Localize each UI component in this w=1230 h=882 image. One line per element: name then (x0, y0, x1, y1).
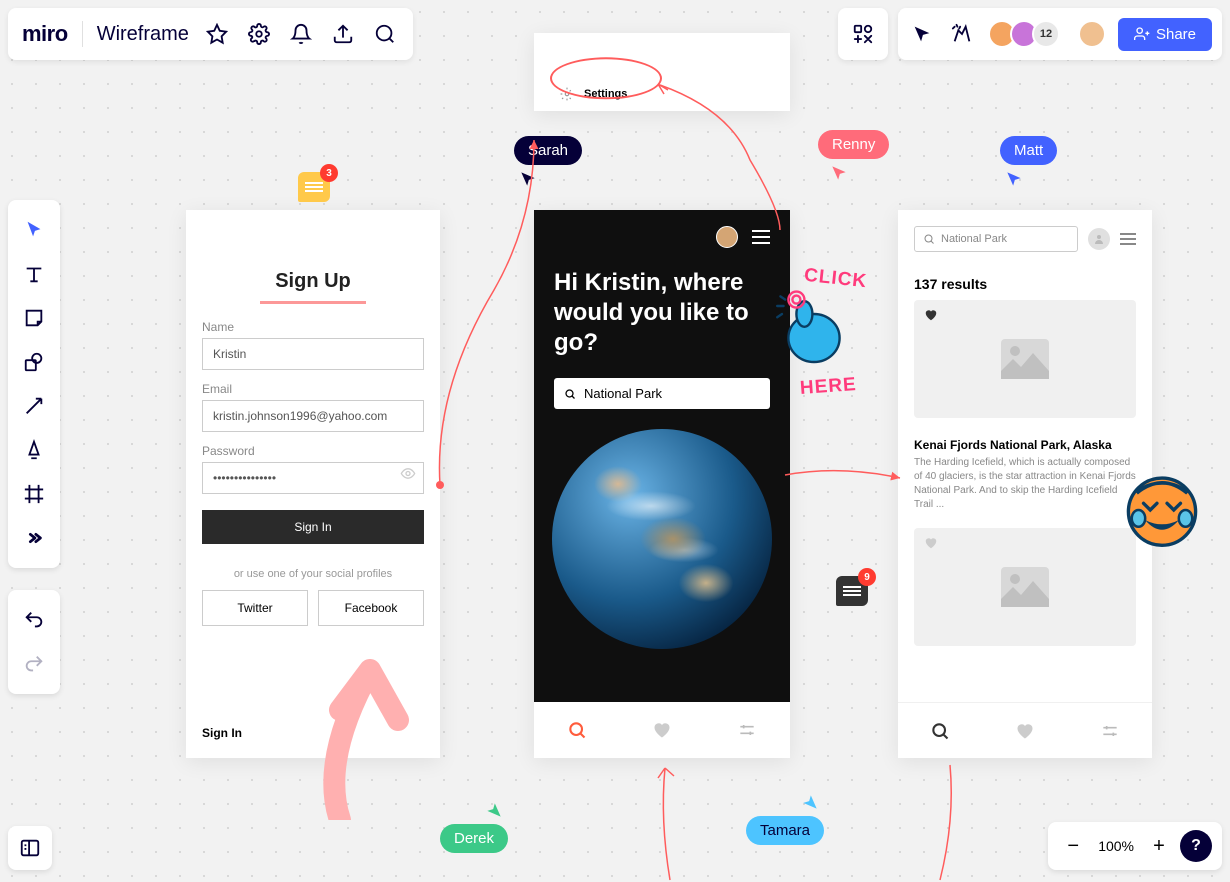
twitter-button[interactable]: Twitter (202, 590, 308, 626)
search-bar[interactable] (554, 378, 770, 409)
user-avatar[interactable] (716, 226, 738, 248)
bell-icon[interactable] (287, 20, 315, 48)
comment-count: 3 (320, 164, 338, 182)
email-input[interactable] (202, 400, 424, 432)
board-name[interactable]: Wireframe (97, 23, 189, 46)
comment-count: 9 (858, 568, 876, 586)
search-input[interactable] (584, 386, 760, 401)
apps-button[interactable] (838, 8, 888, 60)
zoom-in[interactable]: + (1144, 831, 1174, 861)
zoom-out[interactable]: − (1058, 831, 1088, 861)
signin-button[interactable]: Sign In (202, 510, 424, 544)
undo-button[interactable] (8, 598, 60, 642)
left-toolbar (8, 200, 60, 568)
help-button[interactable]: ? (1180, 830, 1212, 862)
zoom-control: − 100% + ? (1048, 822, 1222, 870)
text-tool[interactable] (8, 252, 60, 296)
settings-icon[interactable] (245, 20, 273, 48)
user-avatar[interactable] (1078, 20, 1106, 48)
image-placeholder-icon (1000, 567, 1050, 607)
hamburger-icon[interactable] (1120, 233, 1136, 245)
result-card[interactable] (914, 528, 1136, 646)
export-icon[interactable] (329, 20, 357, 48)
search-icon (564, 387, 576, 401)
results-count: 137 results (914, 276, 1136, 292)
facebook-button[interactable]: Facebook (318, 590, 424, 626)
signup-title: Sign Up (202, 270, 424, 293)
divider (82, 21, 83, 47)
result-title: Kenai Fjords National Park, Alaska (914, 438, 1136, 452)
undo-redo-panel (8, 590, 60, 694)
greeting-text: Hi Kristin, where would you like to go? (534, 248, 790, 358)
nav-filter-icon[interactable] (737, 720, 757, 740)
nav-filter-icon[interactable] (1100, 721, 1120, 741)
more-tools[interactable] (8, 516, 60, 560)
nav-search-icon[interactable] (567, 720, 587, 740)
arrow-tool[interactable] (8, 384, 60, 428)
select-tool[interactable] (8, 208, 60, 252)
zoom-level[interactable]: 100% (1094, 838, 1138, 854)
password-input[interactable] (202, 462, 424, 494)
frame-results[interactable]: National Park 137 results Kenai Fjords N… (898, 210, 1152, 758)
frame-tool[interactable] (8, 472, 60, 516)
comment-thread[interactable]: 9 (836, 576, 868, 606)
frame-signup[interactable]: Sign Up Name Email Password Sign In or u… (186, 210, 440, 758)
share-button[interactable]: Share (1118, 18, 1212, 51)
cursor-icon[interactable] (908, 20, 936, 48)
redo-button[interactable] (8, 642, 60, 686)
search-field[interactable]: National Park (914, 226, 1078, 252)
password-label: Password (202, 444, 424, 458)
star-icon[interactable] (203, 20, 231, 48)
heart-icon[interactable] (924, 536, 938, 555)
or-text: or use one of your social profiles (202, 568, 424, 580)
pen-tool[interactable] (8, 428, 60, 472)
top-right-bar: 12 Share (838, 8, 1222, 60)
laugh-sticker[interactable] (1120, 468, 1204, 552)
user-avatar[interactable] (1088, 228, 1110, 250)
email-label: Email (202, 382, 424, 396)
comment-thread[interactable]: 3 (298, 172, 330, 202)
avatar-count: 12 (1032, 20, 1060, 48)
nav-heart-icon[interactable] (652, 720, 672, 740)
heart-icon[interactable] (924, 308, 938, 327)
result-description: The Harding Icefield, which is actually … (914, 456, 1136, 512)
shape-tool[interactable] (8, 340, 60, 384)
app-logo[interactable]: miro (22, 21, 68, 47)
frames-panel-button[interactable] (8, 826, 52, 870)
name-label: Name (202, 320, 424, 334)
hamburger-icon[interactable] (752, 230, 770, 244)
title-underline (260, 301, 366, 304)
collab-bar: 12 Share (898, 8, 1222, 60)
sticky-tool[interactable] (8, 296, 60, 340)
search-icon[interactable] (371, 20, 399, 48)
nav-search-icon[interactable] (930, 721, 950, 741)
nav-heart-icon[interactable] (1015, 721, 1035, 741)
avatar-stack[interactable]: 12 (988, 20, 1060, 48)
eye-icon[interactable] (400, 466, 416, 487)
earth-image (552, 429, 772, 649)
result-card[interactable] (914, 300, 1136, 418)
reactions-icon[interactable] (948, 20, 976, 48)
click-here-sticker[interactable]: CLICK HERE (756, 260, 886, 400)
bottom-nav (898, 702, 1152, 758)
frame-settings-snippet[interactable]: Settings (534, 33, 790, 111)
bottom-nav (534, 702, 790, 758)
top-header: miro Wireframe (8, 8, 413, 60)
frame-home[interactable]: Hi Kristin, where would you like to go? (534, 210, 790, 758)
signin-link[interactable]: Sign In (202, 726, 242, 740)
annotation-circle (550, 57, 662, 99)
name-input[interactable] (202, 338, 424, 370)
image-placeholder-icon (1000, 339, 1050, 379)
